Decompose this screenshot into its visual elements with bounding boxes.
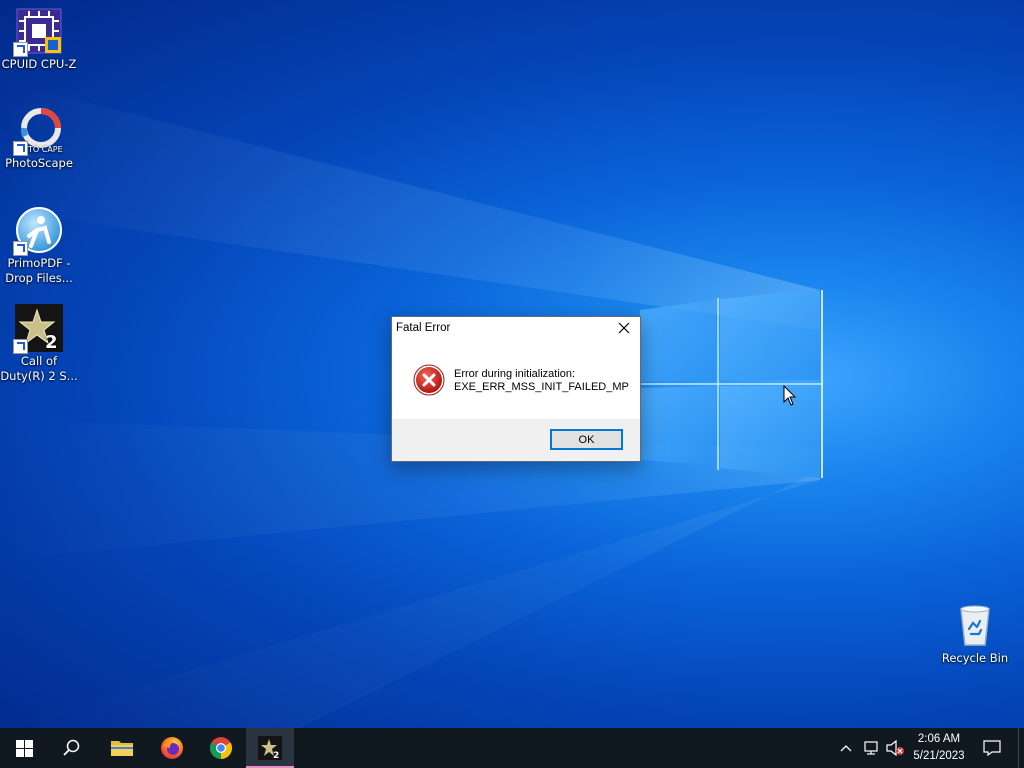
desktop-icon-label-line1: PrimoPDF - (7, 256, 71, 270)
desktop-icon-cpuz[interactable]: CPUID CPU-Z (0, 7, 78, 72)
desktop-icon-photoscape[interactable]: TO CAPE PhotoScape (0, 106, 78, 171)
desktop-icon-primopdf[interactable]: PrimoPDF - Drop Files... (0, 206, 78, 286)
taskbar-chrome[interactable] (197, 728, 245, 768)
firefox-icon (161, 737, 183, 759)
close-icon (618, 322, 630, 334)
windows-logo-icon (15, 739, 33, 757)
shortcut-arrow-icon (13, 141, 28, 156)
desktop-icon-label: Recycle Bin (941, 651, 1009, 665)
taskbar: 2 2:06 AM 5/21/2023 (0, 728, 1024, 768)
show-hidden-icons-button[interactable] (836, 728, 856, 768)
desktop-icon-label: PhotoScape (5, 156, 73, 170)
error-message-line2: EXE_ERR_MSS_INIT_FAILED_MP (454, 381, 629, 393)
desktop-icon-cod2[interactable]: 2 Call of Duty(R) 2 S... (0, 304, 78, 384)
primopdf-icon (13, 206, 63, 256)
chevron-up-icon (840, 745, 852, 752)
notification-icon (983, 740, 1001, 756)
taskbar-cod2[interactable]: 2 (246, 728, 294, 768)
cod2-icon: 2 (13, 304, 63, 354)
clock[interactable]: 2:06 AM 5/21/2023 (908, 731, 970, 765)
cod2-icon: 2 (258, 736, 282, 760)
shortcut-arrow-icon (13, 339, 28, 354)
desktop-icon-label-line2: Duty(R) 2 S... (0, 369, 78, 383)
dialog-body: Error during initialization: EXE_ERR_MSS… (392, 341, 640, 419)
network-button[interactable] (860, 728, 882, 768)
action-center-button[interactable] (978, 728, 1006, 768)
dialog-titlebar[interactable]: Fatal Error (392, 317, 640, 341)
svg-text:2: 2 (45, 332, 58, 352)
start-button[interactable] (0, 728, 48, 768)
svg-text:TO CAPE: TO CAPE (27, 145, 63, 154)
clock-time: 2:06 AM (917, 733, 961, 745)
mouse-cursor-icon (783, 385, 797, 406)
network-icon (864, 741, 878, 755)
desktop-icon-label: CPUID CPU-Z (1, 57, 77, 71)
dialog-title: Fatal Error (396, 322, 451, 334)
search-button[interactable] (48, 728, 96, 768)
close-button[interactable] (608, 317, 640, 339)
desktop-icon-label-line1: Call of (20, 354, 58, 368)
desktop-icon-recycle-bin[interactable]: Recycle Bin (936, 601, 1014, 666)
desktop-icon-label-line2: Drop Files... (5, 271, 73, 285)
desktop: CPUID CPU-Z TO CAPE PhotoScape PrimoPDF (0, 0, 1024, 728)
taskbar-file-explorer[interactable] (98, 728, 146, 768)
error-icon (413, 364, 445, 396)
chrome-icon (210, 737, 232, 759)
dialog-footer: OK (392, 419, 640, 461)
error-message: Error during initialization: EXE_ERR_MSS… (454, 368, 629, 394)
volume-muted-icon (886, 740, 904, 756)
clock-date: 5/21/2023 (913, 750, 965, 762)
search-icon (63, 739, 80, 756)
shortcut-arrow-icon (13, 241, 28, 256)
fatal-error-dialog: Fatal Error Error during initialization:… (391, 316, 641, 462)
photoscape-icon: TO CAPE (13, 106, 63, 156)
cpuz-icon (13, 7, 63, 57)
svg-text:2: 2 (273, 751, 279, 760)
ok-button[interactable]: OK (550, 429, 623, 450)
error-message-line1: Error during initialization: (454, 368, 576, 380)
recycle-bin-icon (951, 601, 999, 649)
folder-icon (111, 741, 133, 756)
volume-button[interactable] (884, 728, 906, 768)
shortcut-arrow-icon (13, 42, 28, 57)
taskbar-firefox[interactable] (148, 728, 196, 768)
show-desktop-button[interactable] (1018, 728, 1024, 768)
